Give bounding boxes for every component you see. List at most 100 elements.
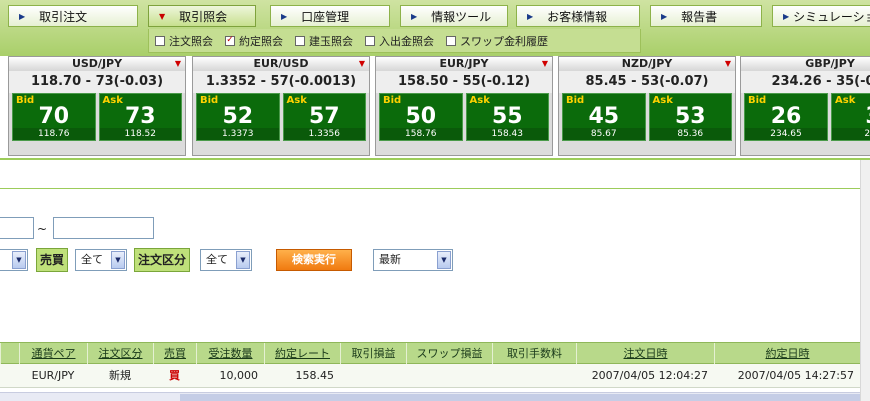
sub-navigation: 注文照会 ✓ 約定照会 建玉照会 入出金照会 スワップ金利履歴 — [148, 29, 641, 53]
checkbox-icon — [446, 35, 456, 46]
cell-currency-pair: EUR/JPY — [31, 369, 75, 382]
tab-order[interactable]: ▶ 取引注文 — [8, 5, 138, 27]
col-quantity[interactable]: 受注数量 — [196, 343, 264, 364]
ask-price: 53 — [674, 104, 706, 129]
chevron-down-icon: ▼ — [12, 251, 26, 269]
arrow-right-icon: ▶ — [527, 11, 534, 21]
divider — [0, 188, 870, 189]
col-fee: 取引手数料 — [492, 343, 576, 364]
tab-simulation[interactable]: ▶ シミュレーション — [772, 5, 870, 27]
checkbox-icon — [295, 35, 305, 46]
rate-board: USD/JPY ▼ 118.70 - 73(-0.03) Bid 70 118.7… — [0, 56, 870, 156]
date-from-input[interactable] — [0, 217, 34, 239]
cell-order-datetime: 2007/04/05 12:04:27 — [591, 369, 708, 382]
tab-inquiry[interactable]: ▼ 取引照会 — [148, 5, 256, 27]
currency-pair: USD/JPY — [71, 57, 123, 70]
arrow-down-icon: ▼ — [159, 11, 166, 21]
ordertype-select[interactable]: 全て ▼ — [200, 249, 252, 271]
bid-sub: 118.76 — [13, 128, 95, 140]
ordertype-label: 注文区分 — [134, 248, 191, 272]
rate-quote: 234.26 - 35(-0.2 — [741, 71, 870, 93]
rate-quote: 85.45 - 53(-0.07) — [559, 71, 735, 93]
cell-trade-pl — [340, 364, 406, 388]
col-exec-rate[interactable]: 約定レート — [264, 343, 340, 364]
cell-order-type: 新規 — [109, 369, 131, 382]
ask-price: 3 — [832, 104, 870, 129]
arrow-right-icon: ▶ — [19, 11, 26, 21]
date-to-input[interactable] — [53, 217, 154, 239]
buysell-select[interactable]: 全て ▼ — [75, 249, 127, 271]
buysell-label: 売買 — [36, 248, 69, 272]
bid-sub: 158.76 — [380, 128, 462, 140]
sub-item-deposit-inquiry[interactable]: 入出金照会 — [365, 33, 434, 49]
dropdown-icon[interactable]: ▼ — [175, 57, 181, 71]
tab-info-tools[interactable]: ▶ 情報ツール — [400, 5, 508, 27]
ask-price: 57 — [308, 104, 340, 129]
sub-item-swap-history[interactable]: スワップ金利履歴 — [446, 33, 548, 49]
rate-panel: USD/JPY ▼ 118.70 - 73(-0.03) Bid 70 118.7… — [8, 56, 186, 156]
checkbox-icon — [155, 35, 165, 46]
chevron-down-icon: ▼ — [236, 251, 250, 269]
bid-price: 52 — [222, 104, 254, 129]
col-order-datetime[interactable]: 注文日時 — [576, 343, 714, 364]
bid-sub: 234.65 — [745, 128, 827, 140]
vertical-scrollbar[interactable] — [860, 160, 870, 401]
ask-button[interactable]: Ask 55 158.43 — [465, 93, 549, 141]
horizontal-scrollbar[interactable] — [0, 392, 860, 401]
sub-item-execution-inquiry[interactable]: ✓ 約定照会 — [225, 33, 283, 49]
date-range-separator: ~ — [37, 222, 48, 236]
divider — [0, 158, 870, 160]
col-order-type[interactable]: 注文区分 — [87, 343, 153, 364]
ask-button[interactable]: Ask 3 234 — [831, 93, 870, 141]
checkbox-icon — [365, 35, 375, 46]
search-button[interactable]: 検索実行 — [276, 249, 352, 271]
sub-item-order-inquiry[interactable]: 注文照会 — [155, 33, 213, 49]
dropdown-icon[interactable]: ▼ — [359, 57, 365, 71]
currency-pair: EUR/USD — [253, 57, 309, 70]
bid-sub: 1.3373 — [197, 128, 279, 140]
tab-report[interactable]: ▶ 報告書 — [650, 5, 762, 27]
dropdown-icon[interactable]: ▼ — [542, 57, 548, 71]
ask-sub: 158.43 — [466, 128, 548, 140]
rate-quote: 118.70 - 73(-0.03) — [9, 71, 185, 93]
table-row: EUR/JPY 新規 買 10,000 158.45 2007/04/05 12… — [0, 364, 860, 388]
rate-panel: EUR/USD ▼ 1.3352 - 57(-0.0013) Bid 52 1.3… — [192, 56, 370, 156]
tab-account[interactable]: ▶ 口座管理 — [270, 5, 390, 27]
sub-item-position-inquiry[interactable]: 建玉照会 — [295, 33, 353, 49]
currency-pair: EUR/JPY — [439, 57, 489, 70]
tab-customer[interactable]: ▶ お客様情報 — [516, 5, 640, 27]
currency-select[interactable]: ▼ — [0, 249, 28, 271]
rate-panel: NZD/JPY ▼ 85.45 - 53(-0.07) Bid 45 85.67 … — [558, 56, 736, 156]
sort-select[interactable]: 最新 ▼ — [373, 249, 453, 271]
top-navigation: ▶ 取引注文 ▼ 取引照会 ▶ 口座管理 ▶ 情報ツール ▶ お客様情報 ▶ 報… — [0, 0, 870, 56]
chevron-down-icon: ▼ — [111, 251, 125, 269]
rate-quote: 1.3352 - 57(-0.0013) — [193, 71, 369, 93]
col-exec-datetime[interactable]: 約定日時 — [714, 343, 860, 364]
arrow-right-icon: ▶ — [411, 11, 418, 21]
currency-pair: GBP/JPY — [805, 57, 855, 70]
checkmark-icon: ✓ — [225, 35, 235, 46]
bid-price: 45 — [588, 104, 620, 129]
ask-sub: 85.36 — [649, 128, 731, 140]
ask-button[interactable]: Ask 57 1.3356 — [282, 93, 366, 141]
bid-button[interactable]: Bid 52 1.3373 — [196, 93, 280, 141]
ask-price: 73 — [124, 104, 156, 129]
dropdown-icon[interactable]: ▼ — [725, 57, 731, 71]
col-currency-pair[interactable]: 通貨ペア — [19, 343, 87, 364]
currency-pair: NZD/JPY — [621, 57, 673, 70]
ask-button[interactable]: Ask 73 118.52 — [98, 93, 182, 141]
cell-exec-rate: 158.45 — [295, 369, 335, 382]
bid-price: 50 — [405, 104, 437, 129]
chevron-down-icon: ▼ — [437, 251, 451, 269]
col-buysell[interactable]: 売買 — [153, 343, 196, 364]
bid-button[interactable]: Bid 45 85.67 — [562, 93, 646, 141]
bid-button[interactable]: Bid 26 234.65 — [744, 93, 828, 141]
cell-fee — [492, 364, 576, 388]
arrow-right-icon: ▶ — [281, 11, 288, 21]
scrollbar-thumb[interactable] — [180, 394, 860, 401]
bid-button[interactable]: Bid 70 118.76 — [12, 93, 96, 141]
ask-button[interactable]: Ask 53 85.36 — [648, 93, 732, 141]
cell-quantity: 10,000 — [219, 369, 259, 382]
bid-button[interactable]: Bid 50 158.76 — [379, 93, 463, 141]
cell-buysell: 買 — [169, 369, 180, 382]
